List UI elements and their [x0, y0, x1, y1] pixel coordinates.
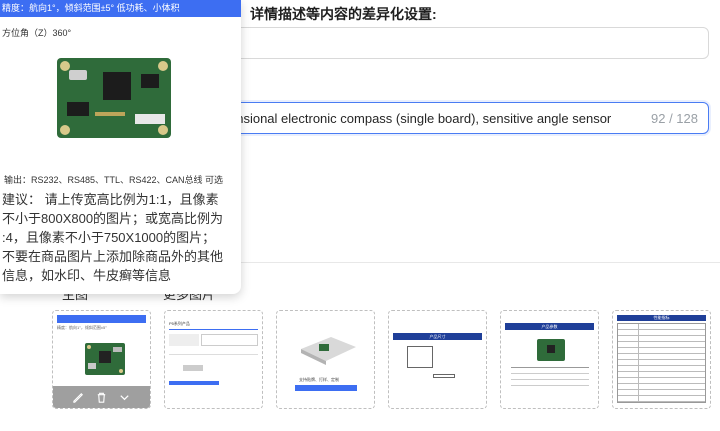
pcb-product-image — [57, 58, 171, 138]
upload-advice: 建议： 请上传宽高比例为1:1，且像素 不小于800X800的图片；或宽高比例为… — [0, 190, 236, 285]
thumbnail-2[interactable]: P5系列产品 — [164, 310, 263, 409]
popover-banner: 精度：航向1°，倾斜范围±5° 低功耗、小体积 — [0, 0, 241, 17]
board-photo — [301, 337, 356, 365]
spec-line: 方位角（Z）360° — [2, 28, 72, 38]
edit-icon[interactable] — [72, 391, 85, 404]
thumb-caption: 支持贴牌、打样、定制 — [299, 377, 339, 382]
thumb-caption: 精度：航向1°，倾斜范围±5° — [57, 325, 107, 330]
advice-line: 信息，如水印、牛皮癣等信息 — [2, 268, 172, 283]
thumbnail-6[interactable]: 性能指标 — [612, 310, 711, 409]
text-input-empty[interactable] — [222, 27, 709, 59]
advice-line: :4，且像素不小于750X1000的图片； — [2, 230, 216, 245]
thumbnail-1[interactable]: 精度：航向1°，倾斜范围±5° — [52, 310, 151, 409]
thumbnail-4[interactable]: 产品尺寸 — [388, 310, 487, 409]
advice-line: 建议： 请上传宽高比例为1:1，且像素 — [2, 192, 219, 207]
thumb-caption: 性能指标 — [617, 315, 706, 321]
product-title-input[interactable]: ensional electronic compass (single boar… — [222, 102, 709, 134]
image-guide-popover: 精度：航向1°，倾斜范围±5° 低功耗、小体积 方位角（Z）360° 输出：RS… — [0, 0, 241, 294]
thumbnail-actions — [53, 386, 150, 408]
pcb-image — [85, 343, 125, 375]
pcb-image — [537, 339, 565, 361]
delete-icon[interactable] — [95, 391, 108, 404]
thumbnail-3[interactable]: 支持贴牌、打样、定制 — [276, 310, 375, 409]
output-line: 输出：RS232、RS485、TTL、RS422、CAN总线 可选 — [4, 175, 224, 185]
advice-line: 不小于800X800的图片；或宽高比例为 — [2, 211, 224, 226]
thumbnail-5[interactable]: 产品参数 — [500, 310, 599, 409]
advice-line: 不要在商品图片上添加除商品外的其他 — [2, 249, 224, 264]
thumb-caption: 产品尺寸 — [393, 333, 482, 340]
char-counter: 92 / 128 — [651, 111, 698, 126]
thumb-caption: P5系列产品 — [169, 321, 190, 326]
thumb-caption: 产品参数 — [505, 323, 594, 330]
more-icon[interactable] — [118, 391, 131, 404]
product-title-value: ensional electronic compass (single boar… — [229, 111, 612, 126]
image-thumbnail-list: 精度：航向1°，倾斜范围±5° P5系列产品 支持贴牌、打样、定制 产品尺寸 产… — [52, 310, 711, 409]
section-title: 详情描述等内容的差异化设置: — [250, 6, 437, 22]
